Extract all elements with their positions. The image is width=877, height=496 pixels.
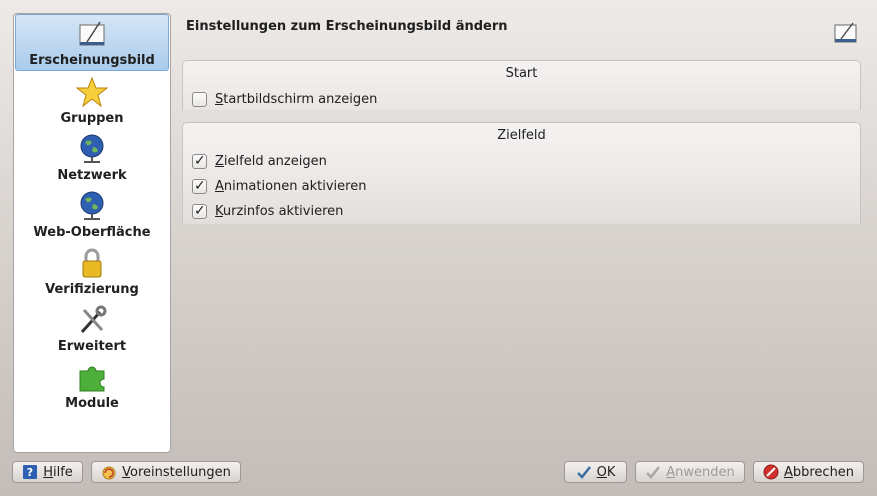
help-button[interactable]: ? Hilfe (12, 461, 83, 483)
sidebar-item-label: Verifizierung (45, 282, 139, 297)
sidebar-item-label: Gruppen (60, 111, 124, 126)
kurzinfos-checkbox[interactable]: ✓ (192, 203, 207, 219)
group-title: Start (505, 66, 538, 81)
tools-icon (80, 305, 107, 334)
sidebar-item-erscheinungsbild[interactable]: Erscheinungsbild (15, 14, 169, 71)
cancel-icon (763, 464, 779, 480)
sidebar-item-label: Erscheinungsbild (29, 53, 155, 68)
globe-network-icon (80, 134, 104, 163)
defaults-button[interactable]: Voreinstellungen (91, 461, 241, 483)
sidebar-item-label: Module (65, 396, 119, 411)
kurzinfos-checkbox-row[interactable]: ✓ Kurzinfos aktivieren (183, 199, 860, 224)
help-icon: ? (23, 465, 38, 479)
checkmark-icon (646, 466, 661, 479)
animationen-checkbox-row[interactable]: ✓ Animationen aktivieren (183, 174, 860, 199)
globe-network-icon (80, 191, 104, 220)
zielfeld-anzeigen-checkbox-row[interactable]: ✓ Zielfeld anzeigen (183, 149, 860, 174)
sidebar-item-erweitert[interactable]: Erweitert (14, 299, 170, 356)
checkbox-label: Startbildschirm anzeigen (215, 92, 378, 107)
button-label: OK (596, 464, 616, 480)
button-label: Abbrechen (783, 464, 855, 480)
reset-icon (102, 466, 116, 480)
start-group: Start Startbildschirm anzeigen (182, 60, 861, 110)
startbildschirm-checkbox-row[interactable]: Startbildschirm anzeigen (183, 87, 860, 112)
ok-button[interactable]: OK (564, 461, 627, 483)
checkmark-icon: ✓ (194, 203, 206, 219)
cancel-button[interactable]: Abbrechen (753, 461, 864, 483)
padlock-icon (82, 248, 102, 278)
sidebar-item-label: Web-Oberfläche (33, 225, 151, 240)
button-label: Voreinstellungen (122, 464, 231, 480)
sidebar-item-web-oberflaeche[interactable]: Web-Oberfläche (14, 185, 170, 242)
sidebar-item-label: Netzwerk (57, 168, 127, 183)
appearance-icon (834, 22, 857, 43)
sidebar-item-label: Erweitert (57, 339, 127, 354)
button-label: Anwenden (666, 464, 735, 480)
apply-button[interactable]: Anwenden (635, 461, 745, 483)
checkbox-label: Kurzinfos aktivieren (215, 204, 344, 219)
puzzle-icon (79, 366, 105, 392)
animationen-checkbox[interactable]: ✓ (192, 178, 207, 194)
group-title: Zielfeld (497, 128, 546, 143)
appearance-icon (79, 21, 105, 46)
checkmark-icon: ✓ (194, 153, 206, 169)
star-icon (76, 76, 108, 108)
sidebar-item-module[interactable]: Module (14, 356, 170, 413)
checkmark-icon (576, 466, 591, 479)
zielfeld-anzeigen-checkbox[interactable]: ✓ (192, 153, 207, 169)
checkbox-label: Zielfeld anzeigen (215, 154, 327, 169)
zielfeld-group: Zielfeld ✓ Zielfeld anzeigen ✓ Animation… (182, 122, 861, 224)
category-sidebar: Erscheinungsbild Gruppen Netzwerk Web-Ob… (13, 13, 171, 453)
button-label: Hilfe (43, 464, 73, 480)
svg-text:?: ? (27, 466, 33, 479)
startbildschirm-checkbox[interactable] (192, 92, 207, 107)
checkmark-icon: ✓ (194, 178, 206, 194)
sidebar-item-gruppen[interactable]: Gruppen (14, 71, 170, 128)
sidebar-item-verifizierung[interactable]: Verifizierung (14, 242, 170, 299)
checkbox-label: Animationen aktivieren (215, 179, 367, 194)
sidebar-item-netzwerk[interactable]: Netzwerk (14, 128, 170, 185)
page-title: Einstellungen zum Erscheinungsbild änder… (186, 19, 508, 34)
